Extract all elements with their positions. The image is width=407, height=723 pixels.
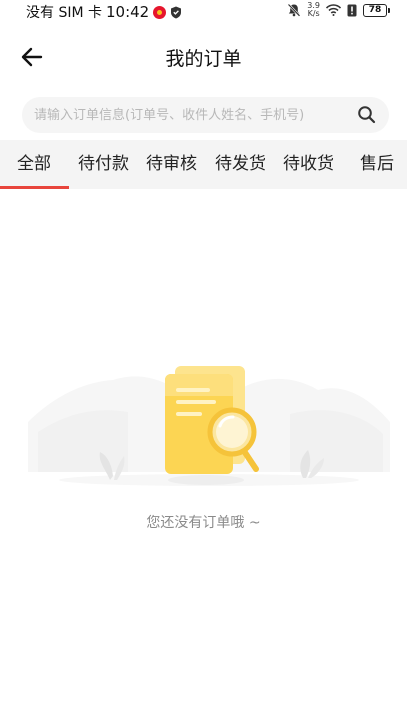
status-time: 10:42 xyxy=(106,3,150,21)
app-header: 我的订单 xyxy=(0,36,407,78)
mute-bell-icon xyxy=(287,3,301,17)
status-bar: 没有 SIM 卡 10:42 3.9 K/s 78 xyxy=(0,0,407,22)
tab-after-sales[interactable]: 售后 xyxy=(360,140,394,189)
empty-orders-message: 您还没有订单哦 ~ xyxy=(146,515,261,531)
tab-pending-review[interactable]: 待审核 xyxy=(146,140,197,189)
tab-all[interactable]: 全部 xyxy=(17,140,51,189)
notification-alert-icon xyxy=(347,4,357,16)
battery-icon: 78 xyxy=(363,3,390,17)
tab-pending-payment[interactable]: 待付款 xyxy=(78,140,129,189)
net-speed-unit: K/s xyxy=(307,9,320,18)
empty-orders-illustration xyxy=(28,366,390,486)
net-speed: 3.9 K/s xyxy=(307,2,320,18)
order-search-bar xyxy=(22,97,389,133)
wifi-icon xyxy=(326,4,341,16)
tab-pending-shipment[interactable]: 待发货 xyxy=(215,140,266,189)
order-search-input[interactable] xyxy=(34,97,344,133)
page-title: 我的订单 xyxy=(165,48,242,70)
active-tab-indicator xyxy=(0,186,69,189)
weibo-icon xyxy=(153,5,167,19)
status-right: 3.9 K/s 78 xyxy=(287,2,390,18)
tab-pending-receipt[interactable]: 待收货 xyxy=(283,140,334,189)
carrier-label: 没有 SIM 卡 xyxy=(26,5,102,21)
order-status-tabs: 全部 待付款 待审核 待发货 待收货 售后 xyxy=(0,140,407,189)
search-icon[interactable] xyxy=(357,105,377,125)
shield-icon xyxy=(171,6,182,18)
status-left: 没有 SIM 卡 10:42 xyxy=(26,2,182,22)
